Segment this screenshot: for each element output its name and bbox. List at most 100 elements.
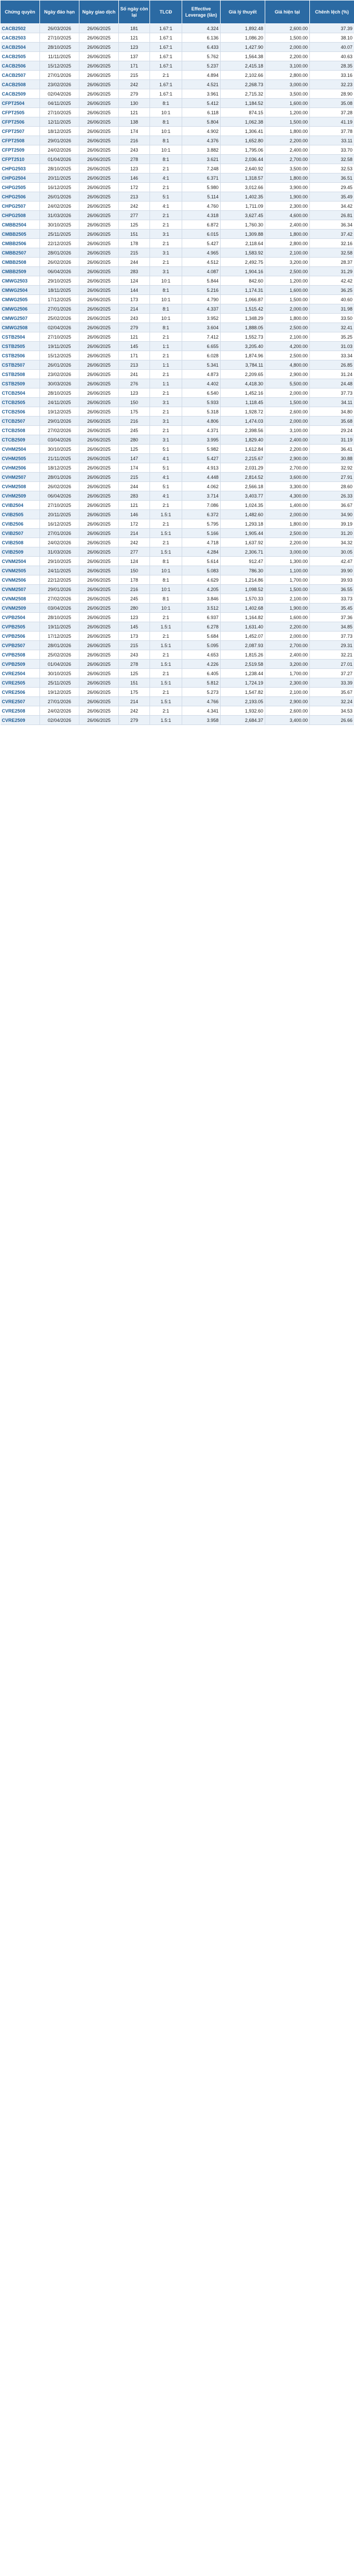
cell-trade-date: 26/06/2025 xyxy=(79,612,119,622)
cell-trade-date: 26/06/2025 xyxy=(79,89,119,99)
cell-days-left: 178 xyxy=(118,238,150,248)
cell-current-price: 4,200.00 xyxy=(265,341,310,351)
cell-current-price: 2,700.00 xyxy=(265,463,310,473)
cell-leverage: 5.812 xyxy=(182,678,221,688)
cell-code: CHPG2505 xyxy=(0,182,40,192)
cell-trade-date: 26/06/2025 xyxy=(79,472,119,482)
cell-ratio: 3:1 xyxy=(149,229,182,239)
cell-leverage: 3.714 xyxy=(182,491,221,501)
cell-trade-date: 26/06/2025 xyxy=(79,351,119,360)
cell-theoretical-price: 1,214.86 xyxy=(220,575,265,585)
table-row: CACB2505 11/11/2025 26/06/2025 137 1.67:1 5.7… xyxy=(0,51,354,61)
cell-current-price: 2,800.00 xyxy=(265,238,310,248)
cell-code: CHPG2503 xyxy=(0,164,40,173)
cell-days-left: 279 xyxy=(118,715,150,725)
table-row: CACB2508 23/02/2026 26/06/2025 242 1.67:1 4.5… xyxy=(0,79,354,89)
cell-ratio: 10:1 xyxy=(149,566,182,575)
cell-difference: 34.11 xyxy=(309,397,354,407)
cell-maturity: 27/01/2026 xyxy=(39,696,79,706)
header-ratio: TLCĐ xyxy=(149,0,182,24)
cell-trade-date: 26/06/2025 xyxy=(79,341,119,351)
table-row: CMBB2504 30/10/2025 26/06/2025 125 2:1 6.872 1… xyxy=(0,220,354,230)
cell-code: CMWG2506 xyxy=(0,304,40,314)
cell-current-price: 2,000.00 xyxy=(265,631,310,641)
cell-trade-date: 26/06/2025 xyxy=(79,650,119,660)
cell-ratio: 2:1 xyxy=(149,220,182,230)
cell-leverage: 5.762 xyxy=(182,51,221,61)
cell-current-price: 2,300.00 xyxy=(265,678,310,688)
cell-days-left: 137 xyxy=(118,51,150,61)
cell-current-price: 1,800.00 xyxy=(265,173,310,183)
cell-difference: 42.47 xyxy=(309,556,354,566)
cell-code: CTCB2504 xyxy=(0,388,40,398)
cell-days-left: 171 xyxy=(118,61,150,71)
cell-leverage: 7.086 xyxy=(182,500,221,510)
cell-leverage: 4.629 xyxy=(182,575,221,585)
cell-days-left: 123 xyxy=(118,612,150,622)
cell-difference: 27.91 xyxy=(309,472,354,482)
cell-current-price: 2,400.00 xyxy=(265,650,310,660)
table-row: CFPT2508 29/01/2026 26/06/2025 216 8:1 4.376 1… xyxy=(0,136,354,145)
cell-days-left: 175 xyxy=(118,407,150,417)
cell-code: CFPT2504 xyxy=(0,98,40,108)
cell-theoretical-price: 1,724.19 xyxy=(220,678,265,688)
cell-ratio: 2:1 xyxy=(149,238,182,248)
cell-trade-date: 26/06/2025 xyxy=(79,491,119,501)
cell-trade-date: 26/06/2025 xyxy=(79,42,119,52)
cell-ratio: 3:1 xyxy=(149,416,182,426)
cell-ratio: 1.5:1 xyxy=(149,715,182,725)
cell-trade-date: 26/06/2025 xyxy=(79,192,119,202)
cell-maturity: 27/02/2026 xyxy=(39,425,79,435)
cell-difference: 33.11 xyxy=(309,136,354,145)
cell-maturity: 06/04/2026 xyxy=(39,491,79,501)
cell-maturity: 29/10/2025 xyxy=(39,276,79,286)
cell-theoretical-price: 1,874.96 xyxy=(220,351,265,360)
cell-leverage: 5.318 xyxy=(182,407,221,417)
cell-difference: 29.45 xyxy=(309,182,354,192)
cell-code: CACB2507 xyxy=(0,70,40,80)
cell-trade-date: 26/06/2025 xyxy=(79,136,119,145)
cell-code: CVPB2507 xyxy=(0,640,40,650)
table-row: CVPB2505 19/11/2025 26/06/2025 145 1.5:1 6.27… xyxy=(0,622,354,632)
cell-theoretical-price: 1,238.44 xyxy=(220,668,265,678)
cell-leverage: 4.205 xyxy=(182,584,221,594)
cell-theoretical-price: 1,024.35 xyxy=(220,500,265,510)
cell-code: CACB2503 xyxy=(0,33,40,43)
cell-maturity: 30/03/2026 xyxy=(39,379,79,388)
cell-difference: 36.25 xyxy=(309,285,354,295)
cell-trade-date: 26/06/2025 xyxy=(79,145,119,155)
cell-current-price: 4,800.00 xyxy=(265,360,310,370)
cell-current-price: 3,000.00 xyxy=(265,547,310,557)
cell-days-left: 138 xyxy=(118,117,150,127)
cell-difference: 42.42 xyxy=(309,276,354,286)
cell-difference: 28.35 xyxy=(309,61,354,71)
cell-theoretical-price: 1,118.45 xyxy=(220,397,265,407)
cell-theoretical-price: 4,418.30 xyxy=(220,379,265,388)
table-row: CHPG2506 26/01/2026 26/06/2025 213 5:1 5.114 1… xyxy=(0,192,354,202)
cell-difference: 35.67 xyxy=(309,687,354,697)
cell-ratio: 3:1 xyxy=(149,248,182,258)
cell-code: CFPT2510 xyxy=(0,154,40,164)
cell-maturity: 25/02/2026 xyxy=(39,650,79,660)
cell-days-left: 151 xyxy=(118,678,150,688)
table-row: CVPB2506 17/12/2025 26/06/2025 173 2:1 5.684 1… xyxy=(0,631,354,641)
cell-current-price: 2,200.00 xyxy=(265,51,310,61)
cell-difference: 40.07 xyxy=(309,42,354,52)
cell-difference: 40.63 xyxy=(309,51,354,61)
cell-maturity: 24/02/2026 xyxy=(39,201,79,211)
cell-theoretical-price: 874.15 xyxy=(220,108,265,117)
cell-trade-date: 26/06/2025 xyxy=(79,276,119,286)
cell-ratio: 10:1 xyxy=(149,276,182,286)
cell-current-price: 3,900.00 xyxy=(265,182,310,192)
cell-difference: 35.68 xyxy=(309,416,354,426)
cell-trade-date: 26/06/2025 xyxy=(79,416,119,426)
cell-current-price: 2,900.00 xyxy=(265,453,310,463)
table-row: CMWG2505 17/12/2025 26/06/2025 173 10:1 4.790… xyxy=(0,294,354,304)
cell-ratio: 1.5:1 xyxy=(149,547,182,557)
cell-ratio: 1.5:1 xyxy=(149,622,182,632)
cell-leverage: 5.795 xyxy=(182,519,221,529)
cell-code: CVHM2504 xyxy=(0,444,40,454)
cell-ratio: 1.67:1 xyxy=(149,79,182,89)
table-row: CACB2504 28/10/2025 26/06/2025 123 1.67:1 6.4… xyxy=(0,42,354,52)
table-row: CVNM2507 29/01/2026 26/06/2025 216 10:1 4.205… xyxy=(0,584,354,594)
